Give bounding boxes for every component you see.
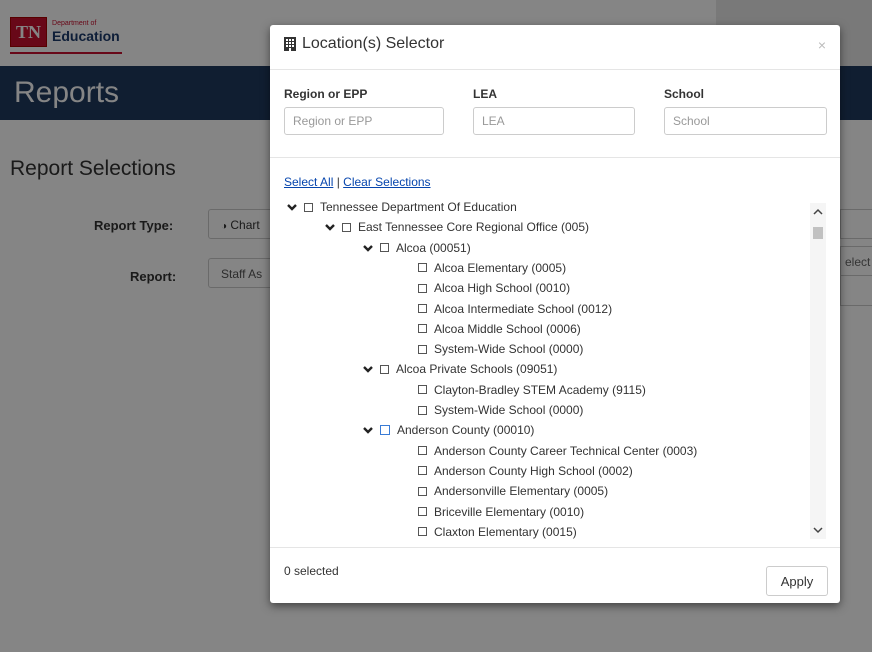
tree-node[interactable]: Anderson County Career Technical Center …	[418, 441, 697, 461]
tree-node[interactable]: Alcoa Middle School (0006)	[418, 319, 581, 339]
tree-node[interactable]: Clayton-Bradley STEM Academy (9115)	[418, 380, 646, 400]
tree-node[interactable]: Alcoa High School (0010)	[418, 278, 570, 298]
link-separator: |	[336, 175, 340, 189]
scroll-down-arrow-icon[interactable]	[810, 521, 826, 539]
tree-node-label: Claxton Elementary (0015)	[434, 524, 577, 539]
tree-node[interactable]: Claxton Elementary (0015)	[418, 522, 577, 539]
tree-node-checkbox[interactable]	[304, 202, 313, 212]
clear-selections-link[interactable]: Clear Selections	[343, 175, 430, 189]
tree-node-checkbox[interactable]	[418, 304, 427, 313]
tree-node-label: Alcoa High School (0010)	[434, 281, 571, 296]
tree-node-label: Alcoa Private Schools (09051)	[396, 362, 558, 377]
select-all-link[interactable]: Select All	[284, 175, 333, 189]
tree-node-checkbox[interactable]	[418, 385, 427, 395]
tree-node[interactable]: Briceville Elementary (0010)	[418, 502, 584, 522]
tree-node-checkbox[interactable]	[418, 446, 427, 456]
tree-node-label: Alcoa (00051)	[396, 240, 471, 255]
tree-node-checkbox[interactable]	[418, 344, 427, 354]
tree-node-label: Anderson County Career Technical Center …	[434, 443, 698, 458]
scroll-thumb[interactable]	[813, 227, 823, 239]
tree-node-checkbox[interactable]	[342, 222, 351, 232]
tree-node[interactable]: System-Wide School (0000)	[418, 339, 583, 359]
region-input[interactable]	[284, 107, 444, 135]
tree-node-checkbox[interactable]	[418, 405, 427, 415]
tree-node-label: Andersonville Elementary (0005)	[434, 484, 609, 499]
tree-node-label: Alcoa Elementary (0005)	[434, 260, 567, 275]
chevron-down-icon[interactable]	[286, 202, 298, 212]
region-label: Region or EPP	[284, 87, 368, 101]
tree-node-label: East Tennessee Core Regional Office (005…	[358, 220, 590, 235]
chevron-down-icon[interactable]	[362, 243, 374, 253]
tree-node-label: Alcoa Middle School (0006)	[434, 321, 581, 336]
modal-title-text: Location(s) Selector	[302, 35, 445, 52]
tree-node-checkbox[interactable]	[418, 324, 427, 334]
location-tree: Tennessee Department Of Education East Te…	[270, 195, 828, 539]
tree-node[interactable]: Tennessee Department Of Education	[286, 197, 517, 217]
tree-node-checkbox[interactable]	[380, 243, 389, 253]
tree-node-checkbox[interactable]	[418, 507, 427, 516]
tree-node-checkbox[interactable]	[418, 486, 427, 496]
tree-node[interactable]: Alcoa (00051)	[362, 238, 471, 258]
tree-node-checkbox[interactable]	[418, 527, 427, 537]
tree-node[interactable]: System-Wide School (0000)	[418, 400, 583, 420]
modal-title: Location(s) Selector	[284, 35, 444, 53]
school-input[interactable]	[664, 107, 827, 135]
tree-node-label: Clayton-Bradley STEM Academy (9115)	[434, 382, 646, 397]
location-filters: Region or EPP LEA School	[270, 69, 840, 158]
tree-node[interactable]: Alcoa Private Schools (09051)	[362, 359, 557, 379]
selected-count: 0 selected	[284, 564, 339, 578]
tree-node-label: Tennessee Department Of Education	[320, 200, 517, 214]
tree-node-checkbox[interactable]	[418, 263, 427, 273]
location-selector-modal: Location(s) Selector × Region or EPP LEA…	[270, 25, 840, 603]
tree-node-label: System-Wide School (0000)	[434, 342, 584, 357]
tree-scrollbar[interactable]	[810, 203, 826, 539]
tree-node[interactable]: East Tennessee Core Regional Office (005…	[324, 217, 589, 237]
tree-node-label: Briceville Elementary (0010)	[434, 504, 585, 519]
lea-input[interactable]	[473, 107, 635, 135]
apply-button[interactable]: Apply	[766, 566, 828, 596]
chevron-down-icon[interactable]	[324, 222, 336, 232]
tree-node-label: System-Wide School (0000)	[434, 403, 584, 417]
tree-node-checkbox[interactable]	[380, 425, 390, 436]
modal-footer: 0 selected Apply	[270, 547, 840, 604]
tree-node-label: Anderson County High School (0002)	[434, 463, 633, 478]
tree-node[interactable]: Alcoa Intermediate School (0012)	[418, 299, 612, 319]
tree-node[interactable]: Andersonville Elementary (0005)	[418, 481, 608, 501]
scroll-up-arrow-icon[interactable]	[810, 203, 826, 221]
close-icon[interactable]: ×	[818, 37, 826, 53]
building-icon	[284, 37, 296, 51]
school-label: School	[664, 87, 705, 101]
chevron-down-icon[interactable]	[362, 425, 374, 435]
tree-node-checkbox[interactable]	[418, 466, 427, 476]
tree-node-label: Anderson County (00010)	[397, 423, 535, 438]
tree-node-label: Alcoa Intermediate School (0012)	[434, 301, 613, 316]
tree-node-checkbox[interactable]	[380, 364, 389, 374]
lea-label: LEA	[473, 87, 497, 101]
modal-header: Location(s) Selector ×	[270, 25, 840, 70]
tree-node[interactable]: Anderson County (00010)	[362, 420, 534, 440]
selection-links: Select All | Clear Selections	[284, 175, 431, 189]
tree-node-checkbox[interactable]	[418, 283, 427, 293]
tree-node[interactable]: Alcoa Elementary (0005)	[418, 258, 566, 278]
chevron-down-icon[interactable]	[362, 364, 374, 374]
tree-node[interactable]: Anderson County High School (0002)	[418, 461, 633, 481]
